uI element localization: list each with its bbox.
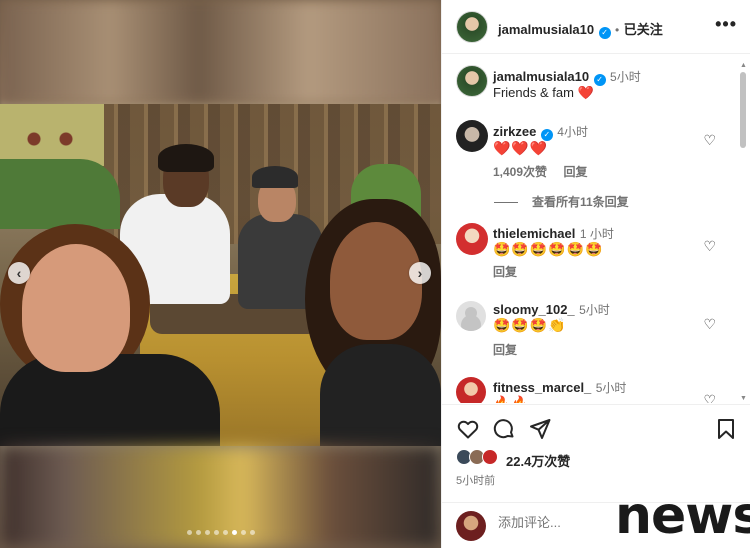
caption-avatar[interactable] [456, 65, 488, 97]
comment-time: 5小时 [595, 381, 627, 395]
reply-button[interactable]: 回复 [563, 165, 587, 179]
comment-avatar[interactable] [456, 223, 488, 255]
comment-username[interactable]: zirkzee [493, 124, 536, 139]
comment-time: 4小时 [557, 125, 588, 139]
caption-username[interactable]: jamalmusiala10 [493, 69, 589, 84]
scroll-down-icon[interactable]: ▼ [740, 395, 747, 402]
comment-avatar[interactable] [456, 377, 486, 403]
comment-likes[interactable]: 1,409次赞 [493, 165, 547, 179]
comment-text: ❤️❤️❤️ [493, 140, 549, 156]
comments-scrollbar[interactable]: ▲ ▼ [738, 62, 748, 402]
header-separator: • [615, 23, 620, 37]
add-comment-input[interactable] [498, 515, 618, 530]
comment-username[interactable]: thielemichael [493, 226, 575, 241]
verified-badge-icon: ✓ [598, 27, 611, 39]
carousel-dot[interactable] [213, 530, 219, 535]
carousel-prev-button[interactable]: ‹ [8, 262, 30, 284]
post-media: ‹ › [0, 0, 441, 548]
comment-bubble-icon[interactable] [492, 417, 516, 441]
liker-avatar [482, 449, 498, 465]
post-header: jamalmusiala10 ✓ • 已关注 ••• [442, 0, 750, 54]
scroll-thumb[interactable] [740, 72, 746, 148]
like-comment-heart-icon[interactable]: ♡ [703, 392, 716, 403]
like-comment-heart-icon[interactable]: ♡ [703, 238, 716, 255]
media-blur-top [0, 0, 441, 104]
carousel-dot[interactable] [186, 530, 192, 535]
post-sidebar: jamalmusiala10 ✓ • 已关注 ••• jamalmusiala1… [441, 0, 750, 548]
comment-avatar[interactable] [456, 301, 486, 331]
author-avatar[interactable] [456, 11, 488, 43]
reply-button[interactable]: 回复 [493, 265, 517, 279]
caption-text: Friends & fam ❤️ [493, 85, 594, 100]
carousel-dot[interactable] [240, 530, 246, 535]
more-options-icon[interactable]: ••• [715, 14, 737, 35]
carousel-next-button[interactable]: › [409, 262, 431, 284]
save-bookmark-icon[interactable] [714, 417, 738, 441]
comment-text: 🤩🤩🤩🤩🤩🤩 [493, 241, 604, 257]
current-user-avatar [456, 511, 486, 541]
like-heart-icon[interactable] [456, 417, 480, 441]
following-button[interactable]: 已关注 [624, 22, 663, 37]
comment-text: 🤩🤩🤩👏 [493, 317, 567, 333]
author-username[interactable]: jamalmusiala10 [498, 22, 594, 37]
like-comment-heart-icon[interactable]: ♡ [703, 316, 716, 333]
comments-list: jamalmusiala10 ✓ 5小时 Friends & fam ❤️ zi… [442, 55, 750, 403]
news-watermark: news [615, 486, 750, 546]
carousel-dot[interactable] [204, 530, 210, 535]
caption-time: 5小时 [610, 70, 641, 84]
comment-avatar[interactable] [456, 120, 488, 152]
carousel-dots [0, 530, 441, 535]
carousel-dot[interactable] [195, 530, 201, 535]
post-photo[interactable] [0, 104, 441, 446]
comment-time: 1 小时 [579, 227, 614, 241]
share-paper-plane-icon[interactable] [528, 417, 552, 441]
likes-count[interactable]: 22.4万次赞 [506, 451, 570, 470]
comment-username[interactable]: sloomy_102_ [493, 302, 575, 317]
comment-username[interactable]: fitness_marcel_ [493, 380, 591, 395]
like-comment-heart-icon[interactable]: ♡ [703, 132, 716, 149]
carousel-dot[interactable] [249, 530, 255, 535]
comment-time: 5小时 [579, 303, 610, 317]
view-all-replies-link[interactable]: 查看所有11条回复 [494, 193, 629, 210]
scroll-up-icon[interactable]: ▲ [740, 62, 747, 69]
post-timestamp[interactable]: 5小时前 [456, 472, 495, 488]
carousel-dot-active[interactable] [231, 530, 237, 535]
reply-button[interactable]: 回复 [493, 343, 517, 357]
carousel-dot[interactable] [222, 530, 228, 535]
comment-text: 🔥🔥 [493, 395, 530, 403]
verified-badge-icon: ✓ [593, 74, 606, 86]
